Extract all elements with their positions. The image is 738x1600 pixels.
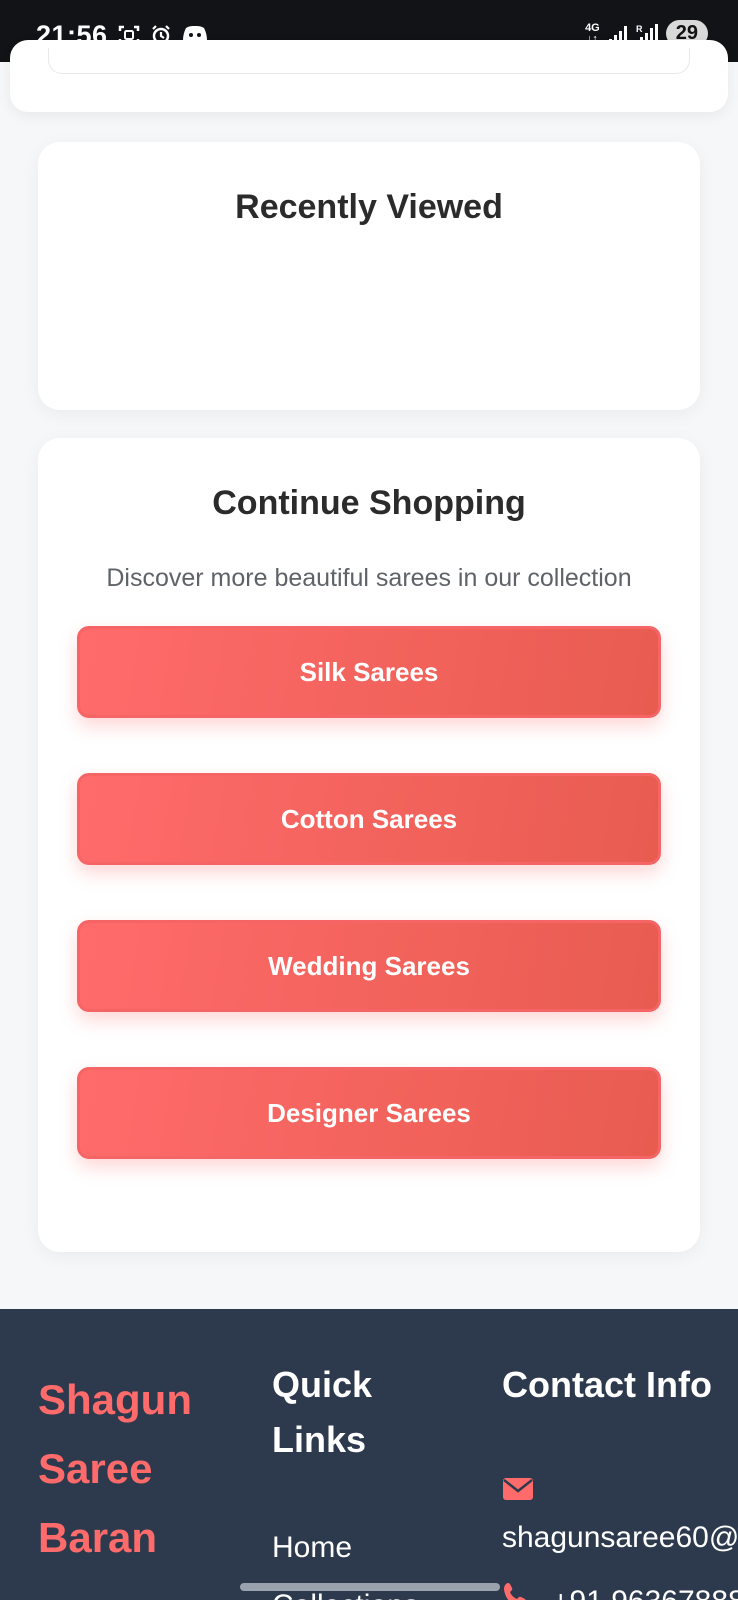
designer-sarees-button[interactable]: Designer Sarees xyxy=(77,1067,661,1159)
continue-shopping-card: Continue Shopping Discover more beautifu… xyxy=(38,438,700,1252)
network-label: 4G xyxy=(585,21,600,34)
envelope-icon xyxy=(503,1478,533,1500)
cotton-sarees-button[interactable]: Cotton Sarees xyxy=(77,773,661,865)
wedding-sarees-button[interactable]: Wedding Sarees xyxy=(77,920,661,1012)
previous-section-inner xyxy=(48,48,690,74)
previous-section-card xyxy=(10,40,728,112)
continue-shopping-subtitle: Discover more beautiful sarees in our co… xyxy=(106,564,632,592)
recently-viewed-title: Recently Viewed xyxy=(235,188,503,226)
recently-viewed-card: Recently Viewed xyxy=(38,142,700,410)
quick-links-title: Quick Links xyxy=(272,1364,373,1460)
phone-icon xyxy=(504,1583,526,1600)
footer-link-home[interactable]: Home xyxy=(272,1531,352,1565)
home-indicator[interactable] xyxy=(240,1583,500,1591)
footer-brand[interactable]: Shagun Saree Baran xyxy=(38,1365,238,1572)
silk-sarees-button[interactable]: Silk Sarees xyxy=(77,626,661,718)
continue-shopping-title: Continue Shopping xyxy=(212,484,526,522)
contact-phone[interactable]: +91 96367888 xyxy=(552,1585,738,1600)
site-footer: Shagun Saree Baran Quick Links Home Coll… xyxy=(0,1309,738,1600)
svg-text:R: R xyxy=(636,24,643,34)
contact-info-title: Contact Info xyxy=(502,1364,712,1405)
contact-email[interactable]: shagunsaree60@ xyxy=(502,1521,738,1555)
